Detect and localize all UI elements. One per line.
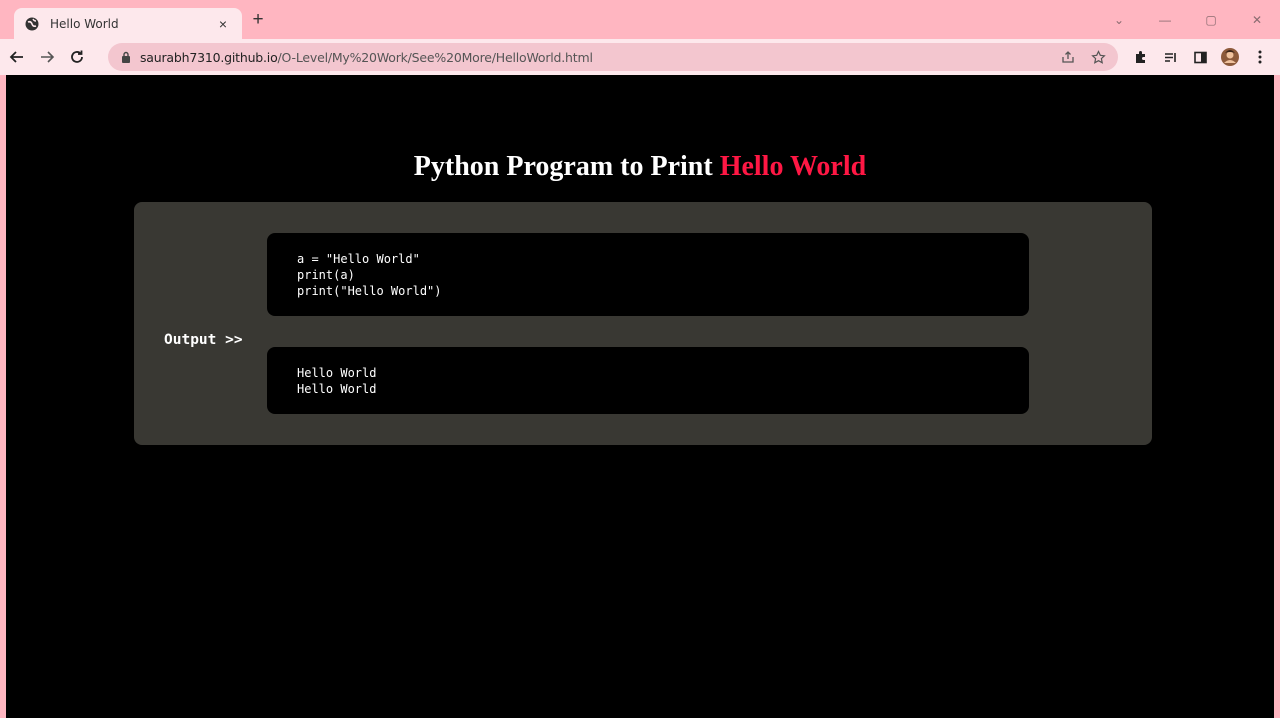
restore-button[interactable]: ▢ xyxy=(1188,5,1234,35)
window-border-right xyxy=(1274,75,1280,718)
window-controls: ⌄ — ▢ ✕ xyxy=(1096,0,1280,39)
window-border-left xyxy=(0,75,6,718)
output-block: Hello World Hello World xyxy=(267,347,1029,414)
page-title: Python Program to Print Hello World xyxy=(0,151,1280,183)
code-panel: a = "Hello World" print(a) print("Hello … xyxy=(134,202,1152,445)
address-bar[interactable]: saurabh7310.github.io/O-Level/My%20Work/… xyxy=(108,43,1118,71)
code-block: a = "Hello World" print(a) print("Hello … xyxy=(267,233,1029,316)
profile-avatar[interactable] xyxy=(1218,43,1242,71)
reload-icon xyxy=(71,50,83,63)
browser-toolbar: saurabh7310.github.io/O-Level/My%20Work/… xyxy=(0,39,1280,75)
page-viewport: Python Program to Print Hello World a = … xyxy=(0,75,1280,718)
bookmark-star-icon[interactable] xyxy=(1088,47,1108,67)
url-path: /O-Level/My%20Work/See%20More/HelloWorld… xyxy=(277,49,593,65)
side-panel-icon[interactable] xyxy=(1188,43,1212,71)
reload-button[interactable] xyxy=(64,44,90,70)
back-button[interactable] xyxy=(4,44,30,70)
output-line: Hello World xyxy=(297,382,377,396)
extensions-puzzle-icon[interactable] xyxy=(1128,43,1152,71)
page-title-prefix: Python Program to Print xyxy=(413,151,720,182)
extensions-area xyxy=(1128,43,1272,71)
tab-title: Hello World xyxy=(50,16,119,31)
back-arrow-icon xyxy=(9,51,23,63)
code-line: print("Hello World") xyxy=(297,284,442,298)
minimize-button[interactable]: — xyxy=(1142,5,1188,35)
close-window-button[interactable]: ✕ xyxy=(1234,5,1280,35)
lock-icon[interactable] xyxy=(120,51,132,63)
output-line: Hello World xyxy=(297,366,377,380)
code-line: a = "Hello World" xyxy=(297,252,420,266)
page-title-accent: Hello World xyxy=(719,151,867,182)
tab-search-icon[interactable]: ⌄ xyxy=(1096,5,1142,35)
reading-list-icon[interactable] xyxy=(1158,43,1182,71)
browser-tab[interactable]: Hello World × xyxy=(14,8,242,39)
code-line: print(a) xyxy=(297,268,355,282)
url-text: saurabh7310.github.io/O-Level/My%20Work/… xyxy=(140,50,593,65)
forward-button[interactable] xyxy=(34,44,60,70)
tab-close-icon[interactable]: × xyxy=(214,16,232,32)
share-icon[interactable] xyxy=(1058,47,1078,67)
new-tab-button[interactable]: + xyxy=(248,10,268,30)
output-label: Output >> xyxy=(164,332,243,348)
more-menu-icon[interactable] xyxy=(1248,43,1272,71)
tab-strip: Hello World × + ⌄ — ▢ ✕ xyxy=(0,0,1280,39)
globe-icon xyxy=(24,16,40,32)
url-host: saurabh7310.github.io xyxy=(140,49,278,65)
forward-arrow-icon xyxy=(41,51,55,63)
